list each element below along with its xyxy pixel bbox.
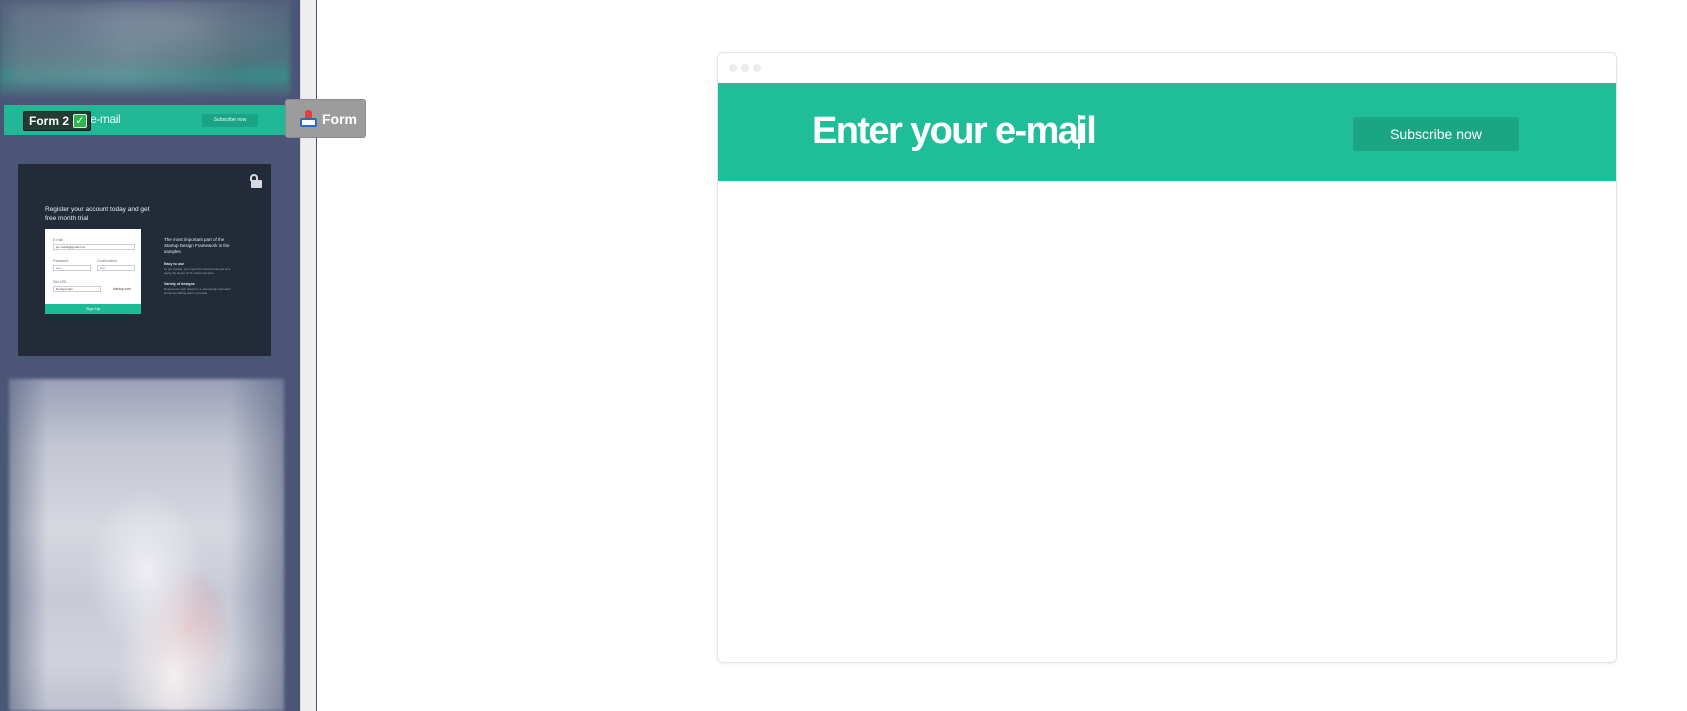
drag-chip-label: Form [322, 110, 357, 127]
block-thumbnail-blurred[interactable] [0, 0, 290, 96]
browser-chrome [718, 53, 1616, 83]
side-title: The most important part of the Startup D… [164, 237, 230, 254]
feature1-text: To get started, you import the desired s… [164, 267, 230, 275]
email-label: E-mail [53, 238, 63, 242]
thumbnail-side-text: The most important part of the Startup D… [164, 237, 234, 295]
email-heading-editable[interactable]: Enter your e-mail [812, 109, 1097, 153]
subscribe-form-block: Enter your e-mail Subscribe now [718, 83, 1616, 181]
thumbnail-headline: Register your account today and get free… [45, 206, 150, 222]
block-thumbnail-blurred-bottom[interactable] [9, 379, 284, 711]
confirmation-label: Confirmation [97, 259, 117, 263]
site-label: Site URL [53, 280, 68, 284]
confirmation-field: ••••• [97, 265, 135, 271]
block-thumbnail-register[interactable]: Register your account today and get free… [18, 164, 271, 356]
drag-chip[interactable]: Form [285, 99, 366, 138]
unlock-icon[interactable] [250, 174, 262, 188]
site-suffix: startup.com [113, 287, 132, 291]
stamp-icon [300, 110, 317, 127]
block-name-badge: Form 2 ✓ [23, 111, 92, 131]
thumbnail-form-card: E-mail jon.ivanik@gmail.com Password •••… [45, 229, 141, 313]
signup-button: Sign Up [45, 304, 141, 314]
canvas-browser-frame: Enter your e-mail Subscribe now [717, 52, 1617, 663]
password-field: ••••• [53, 265, 91, 271]
password-label: Password [53, 259, 69, 263]
block-name-label: Form 2 [29, 114, 70, 128]
check-icon: ✓ [73, 114, 88, 128]
feature2-text: Responsive web design is a new design ap… [164, 287, 231, 295]
email-field: jon.ivanik@gmail.com [53, 244, 135, 250]
thumbnail-title: e-mail [90, 112, 121, 126]
window-dot-icon [729, 64, 737, 72]
site-field: Designmodo [53, 286, 101, 292]
subscribe-button[interactable]: Subscribe now [1353, 117, 1519, 151]
window-dot-icon [741, 64, 749, 72]
thumbnail-button: Subscribe now [202, 114, 258, 127]
window-dot-icon [753, 64, 761, 72]
block-library-sidebar: e-mail Subscribe now Form 2 ✓ Register y… [0, 0, 300, 711]
text-cursor [1078, 115, 1080, 149]
